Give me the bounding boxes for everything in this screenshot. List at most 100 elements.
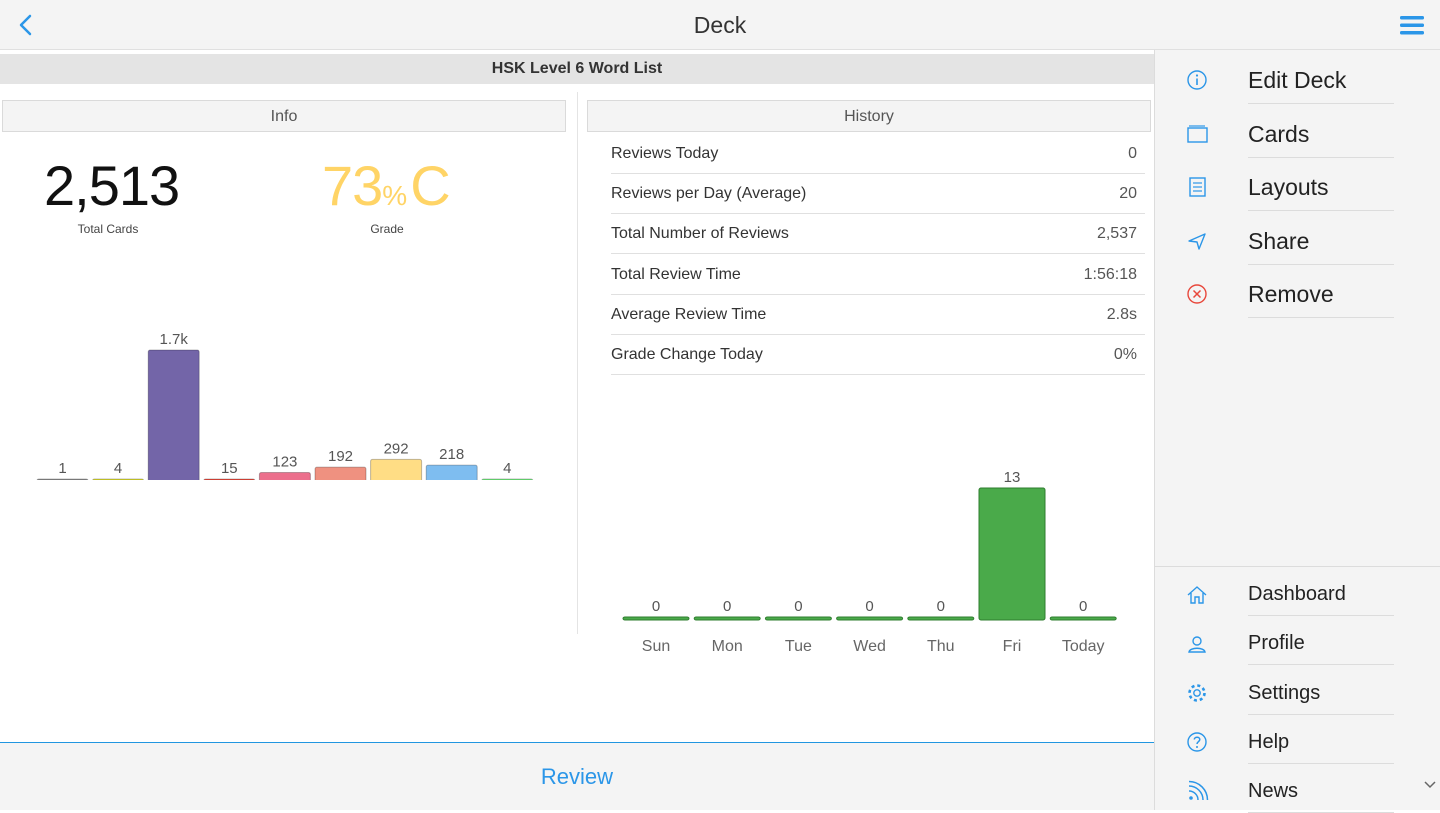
sidebar-item-dashboard[interactable]: Dashboard	[1155, 573, 1440, 616]
week-bar-1	[693, 616, 761, 621]
bar-3	[203, 478, 256, 480]
sidebar-item-news[interactable]: News	[1155, 770, 1440, 813]
bar-value-label: 1	[58, 460, 66, 477]
history-row-value: 1:56:18	[1083, 265, 1137, 283]
sidebar-item-layouts[interactable]: Layouts	[1155, 163, 1440, 211]
week-bar-3	[836, 616, 904, 621]
grade-percent: 73	[322, 154, 383, 217]
week-day-label: Sun	[642, 638, 670, 655]
week-day-label: Fri	[1003, 638, 1022, 655]
sidebar: Edit Deck Cards Layouts Share Remove Dashboa…	[1154, 50, 1440, 813]
history-row: Grade Change Today 0%	[611, 335, 1145, 375]
chevron-left-icon	[19, 14, 32, 36]
review-button[interactable]: Review	[0, 743, 1154, 811]
week-day-label: Today	[1062, 638, 1105, 655]
bar-value-label: 292	[384, 440, 409, 457]
sidebar-item-label: Dashboard	[1248, 573, 1394, 616]
history-row-value: 2.8s	[1106, 305, 1137, 323]
history-row-label: Total Number of Reviews	[611, 225, 789, 243]
page-title: Deck	[693, 12, 747, 38]
deck-title: HSK Level 6 Word List	[0, 54, 1154, 84]
bar-value-label: 192	[328, 448, 353, 465]
history-row-value: 0	[1128, 145, 1137, 162]
sidebar-item-label: Layouts	[1248, 163, 1394, 211]
sidebar-item-label: News	[1248, 770, 1394, 813]
bar-value-label: 123	[272, 453, 297, 470]
sidebar-item-cards[interactable]: Cards	[1155, 110, 1440, 158]
bar-4	[258, 471, 311, 480]
bar-1	[92, 478, 145, 480]
menu-button[interactable]	[1394, 8, 1430, 42]
bar-value-label: 4	[114, 460, 122, 477]
rss-icon	[1183, 778, 1211, 806]
week-bar-5	[978, 487, 1046, 621]
week-bar-value: 0	[865, 598, 873, 615]
week-bar-value: 13	[1004, 469, 1021, 486]
back-button[interactable]	[8, 8, 42, 42]
bar-8	[481, 478, 534, 480]
total-cards-caption: Total Cards	[77, 222, 139, 236]
bar-value-label: 4	[503, 460, 511, 477]
chevron-down-icon[interactable]	[1423, 778, 1437, 792]
history-row: Average Review Time 2.8s	[611, 295, 1145, 335]
remove-icon	[1183, 280, 1211, 308]
week-day-label: Mon	[712, 638, 743, 655]
history-row-value: 2,537	[1096, 225, 1137, 243]
sidebar-item-settings[interactable]: Settings	[1155, 672, 1440, 715]
sidebar-item-help[interactable]: Help	[1155, 721, 1440, 764]
history-row-label: Average Review Time	[611, 305, 767, 323]
sidebar-item-edit-deck[interactable]: Edit Deck	[1155, 56, 1440, 104]
history-row-label: Reviews Today	[611, 145, 719, 162]
week-day-label: Tue	[785, 638, 812, 655]
sidebar-item-label: Remove	[1248, 270, 1394, 318]
grade-value: 73%C	[322, 154, 451, 226]
sidebar-divider	[1155, 566, 1440, 567]
sidebar-item-share[interactable]: Share	[1155, 217, 1440, 265]
week-day-label: Thu	[927, 638, 955, 655]
grade-caption: Grade	[370, 222, 404, 236]
week-bar-value: 0	[1079, 598, 1087, 615]
weekly-reviews-chart: 0 Sun 0 Mon 0 Tue 0 Wed 0 Thu 13 Fri 0 Today	[622, 469, 1117, 655]
sidebar-item-remove[interactable]: Remove	[1155, 270, 1440, 318]
main-content: HSK Level 6 Word List Info History 2,513…	[0, 50, 1154, 742]
sidebar-item-label: Edit Deck	[1248, 56, 1394, 104]
grade-letter: C	[410, 154, 450, 217]
sidebar-item-profile[interactable]: Profile	[1155, 622, 1440, 666]
week-bar-6	[1049, 616, 1117, 621]
sidebar-item-label: Help	[1248, 721, 1394, 764]
hamburger-icon	[1400, 16, 1424, 35]
week-bar-value: 0	[723, 598, 731, 615]
cards-icon	[1183, 120, 1211, 148]
bar-6	[370, 458, 423, 480]
history-row: Reviews Today 0	[611, 134, 1145, 174]
bar-2	[147, 349, 200, 480]
week-bar-4	[907, 616, 975, 621]
home-icon	[1183, 581, 1211, 609]
history-row: Total Review Time 1:56:18	[611, 255, 1145, 295]
history-row-value: 0%	[1113, 346, 1137, 363]
layouts-icon	[1183, 173, 1211, 201]
top-bar: Deck	[0, 0, 1440, 50]
history-row: Reviews per Day (Average) 20	[611, 174, 1145, 215]
gear-icon	[1183, 679, 1211, 707]
week-bar-value: 0	[937, 598, 945, 615]
week-day-label: Wed	[853, 638, 886, 655]
bar-7	[425, 464, 478, 480]
grade-distribution-chart: 141.7kNew15F123E192D292C218B4A	[36, 331, 534, 480]
history-row: Total Number of Reviews 2,537	[611, 214, 1145, 255]
review-bar: Review	[0, 742, 1154, 810]
bar-value-label: 218	[439, 446, 464, 463]
sidebar-item-label: Profile	[1248, 622, 1394, 666]
total-cards-value: 2,513	[44, 154, 180, 217]
history-row-value: 20	[1119, 185, 1137, 203]
week-bar-value: 0	[652, 598, 660, 615]
sidebar-item-label: Cards	[1248, 110, 1394, 158]
week-bar-0	[622, 616, 690, 621]
bar-value-label: 15	[221, 460, 238, 477]
history-row-label: Reviews per Day (Average)	[611, 185, 807, 203]
week-bar-value: 0	[794, 598, 802, 615]
sidebar-item-label: Settings	[1248, 672, 1394, 715]
history-header: History	[587, 100, 1151, 132]
bar-0	[36, 478, 89, 480]
share-icon	[1183, 227, 1211, 255]
